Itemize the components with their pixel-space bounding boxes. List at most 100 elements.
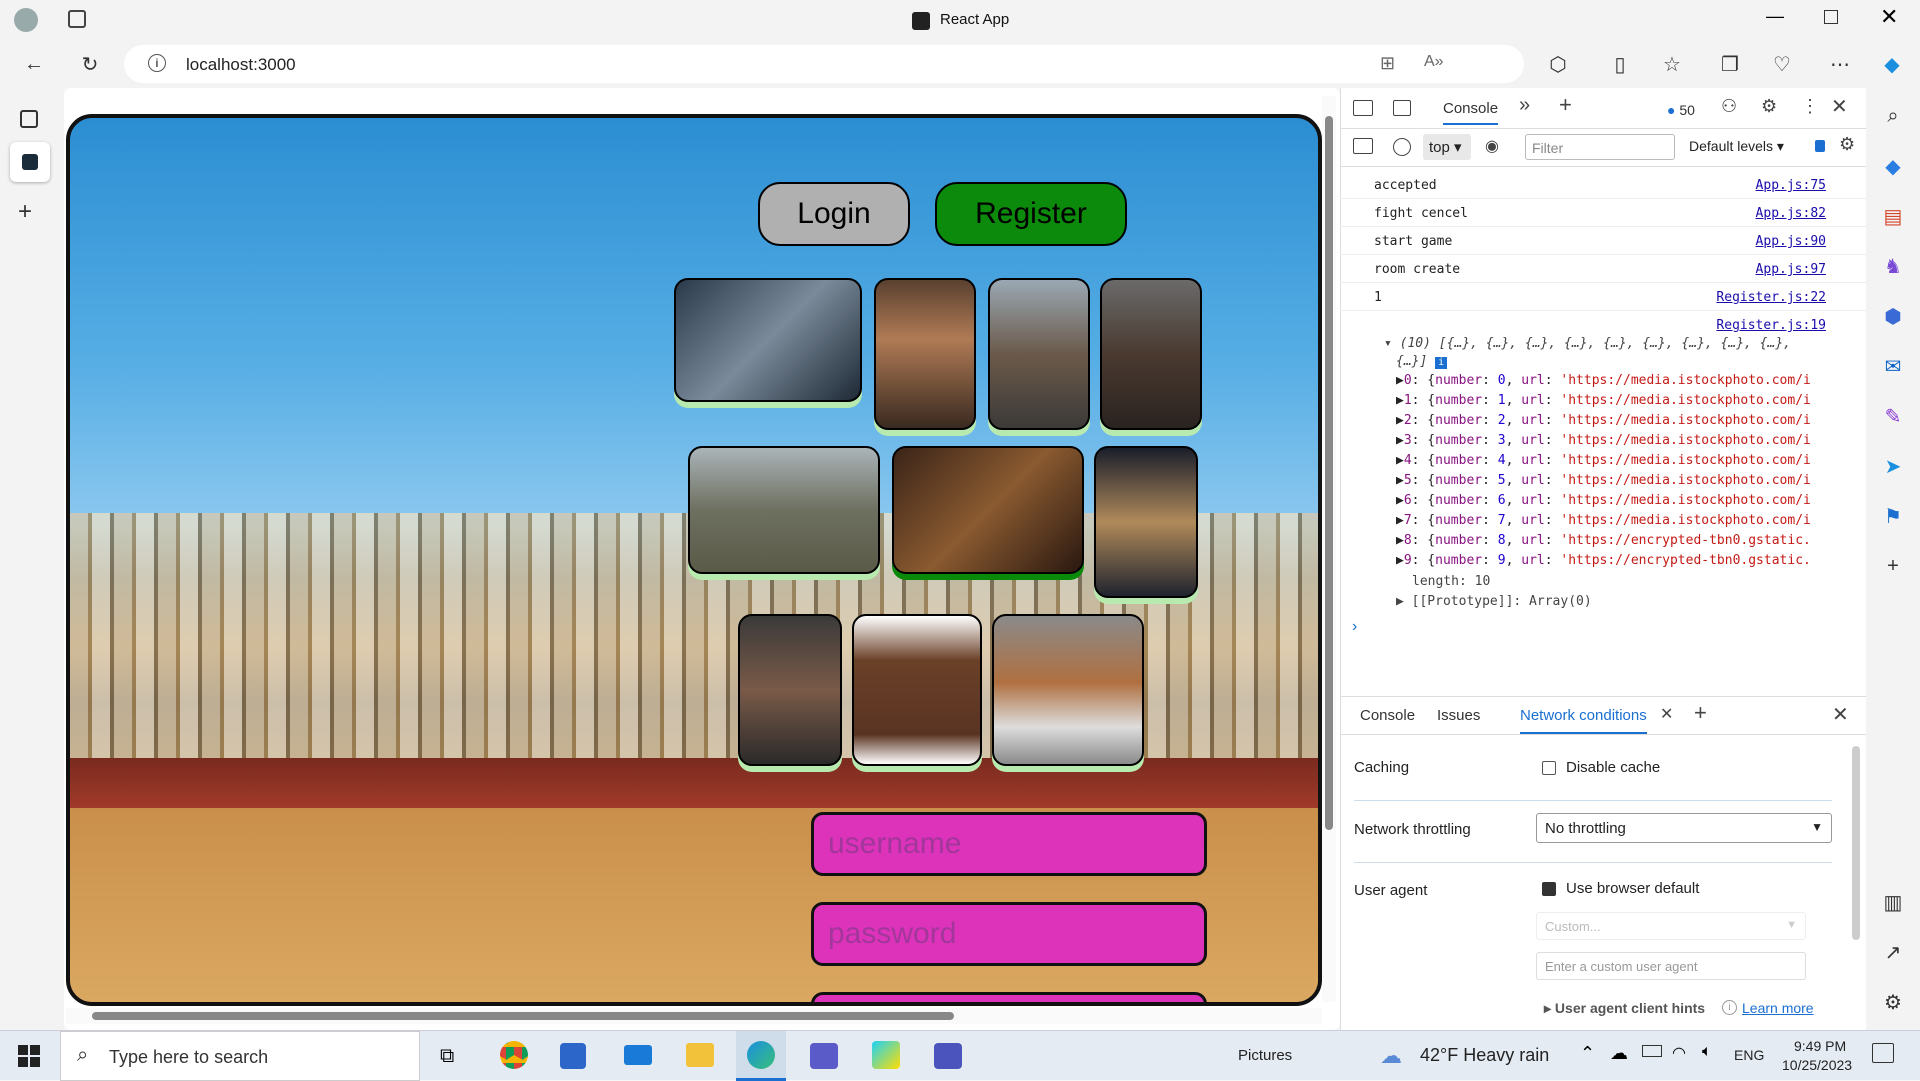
- array-item-row[interactable]: ▶0: {number: 0, url: 'https://media.isto…: [1396, 373, 1836, 388]
- weather-text[interactable]: 42°F Heavy rain: [1420, 1045, 1549, 1066]
- info-icon[interactable]: i: [1435, 357, 1448, 369]
- health-icon[interactable]: ♡: [1766, 48, 1798, 80]
- workspaces-icon[interactable]: [68, 10, 86, 28]
- drawer-tab-console[interactable]: Console: [1360, 707, 1415, 724]
- console-settings-icon[interactable]: ⚙: [1839, 134, 1855, 155]
- edge-icon[interactable]: [736, 1031, 786, 1081]
- disable-cache-checkbox[interactable]: [1542, 761, 1556, 775]
- array-item-row[interactable]: ▶3: {number: 3, url: 'https://media.isto…: [1396, 433, 1836, 448]
- file-explorer-icon[interactable]: [686, 1043, 714, 1067]
- webstorm-icon[interactable]: [872, 1041, 900, 1069]
- sidebar-layout-icon[interactable]: ▥: [1877, 886, 1909, 918]
- windows-start-icon[interactable]: [18, 1045, 40, 1067]
- message-count-badge[interactable]: ● 50: [1667, 102, 1695, 118]
- log-source-link[interactable]: App.js:82: [1756, 206, 1826, 221]
- read-aloud-icon[interactable]: A»: [1424, 53, 1444, 71]
- character-card[interactable]: [738, 614, 842, 766]
- client-hints-toggle[interactable]: ▸ User agent client hints: [1544, 1000, 1705, 1017]
- drawer-tab-issues[interactable]: Issues: [1437, 707, 1480, 724]
- tab-react-app[interactable]: [10, 142, 50, 182]
- log-source-link[interactable]: App.js:97: [1756, 262, 1826, 277]
- live-expression-icon[interactable]: ◉: [1485, 136, 1499, 156]
- add-tab-icon[interactable]: +: [1559, 92, 1572, 118]
- horizontal-scroll-thumb[interactable]: [92, 1012, 954, 1020]
- context-select[interactable]: top ▾: [1423, 134, 1471, 160]
- extensions-icon[interactable]: ⬡: [1542, 48, 1574, 80]
- chevron-up-icon[interactable]: ⌃: [1580, 1043, 1595, 1064]
- drawer-tab-network-conditions[interactable]: Network conditions: [1520, 707, 1647, 734]
- search-icon[interactable]: ⌕: [1877, 100, 1909, 132]
- pictures-label[interactable]: Pictures: [1238, 1047, 1292, 1064]
- connections-icon[interactable]: ⚇: [1721, 96, 1737, 117]
- close-window-button[interactable]: ✕: [1880, 4, 1898, 30]
- array-item-row[interactable]: ▶4: {number: 4, url: 'https://media.isto…: [1396, 453, 1836, 468]
- login-button[interactable]: Login: [758, 182, 910, 246]
- character-card[interactable]: [674, 278, 862, 402]
- sidebar-toggle-icon[interactable]: [1353, 138, 1373, 154]
- teams-new-icon[interactable]: [810, 1043, 838, 1069]
- address-bar[interactable]: i localhost:3000 ⊞ A»: [124, 45, 1524, 83]
- onedrive-icon[interactable]: ☁: [1610, 1043, 1628, 1064]
- array-item-row[interactable]: ▶8: {number: 8, url: 'https://encrypted-…: [1396, 533, 1836, 548]
- issues-badge-icon[interactable]: [1815, 140, 1825, 152]
- favorites-icon[interactable]: ☆: [1656, 48, 1688, 80]
- maximize-button[interactable]: [1824, 10, 1838, 24]
- password-input[interactable]: password: [811, 902, 1207, 966]
- apps-icon[interactable]: ⊞: [1380, 53, 1395, 74]
- extra-input[interactable]: [811, 992, 1207, 1002]
- copilot-icon[interactable]: ◆: [1876, 48, 1908, 80]
- log-source-link[interactable]: App.js:90: [1756, 234, 1826, 249]
- designer-icon[interactable]: ✎: [1877, 400, 1909, 432]
- add-sidebar-app-icon[interactable]: +: [1877, 550, 1909, 582]
- vertical-scrollbar[interactable]: [1322, 96, 1336, 1002]
- sidebar-settings-icon[interactable]: ⚙: [1877, 986, 1909, 1018]
- array-item-row[interactable]: ▶7: {number: 7, url: 'https://media.isto…: [1396, 513, 1836, 528]
- outlook-icon[interactable]: ✉: [1877, 350, 1909, 382]
- drawer-scrollbar[interactable]: [1852, 746, 1860, 940]
- tools-icon[interactable]: ▤: [1877, 200, 1909, 232]
- more-icon[interactable]: ⋯: [1824, 48, 1856, 80]
- array-item-row[interactable]: ▶5: {number: 5, url: 'https://media.isto…: [1396, 473, 1836, 488]
- split-screen-icon[interactable]: ▯: [1604, 48, 1636, 80]
- volume-icon[interactable]: 🔈︎: [1702, 1043, 1712, 1061]
- clear-console-icon[interactable]: [1393, 138, 1411, 156]
- chrome-icon[interactable]: [500, 1041, 528, 1069]
- collections-icon[interactable]: ❐: [1714, 48, 1746, 80]
- notifications-icon[interactable]: [1872, 1043, 1894, 1063]
- tab-actions-icon[interactable]: [20, 110, 38, 128]
- clock-time[interactable]: 9:49 PM: [1794, 1038, 1846, 1054]
- language-indicator[interactable]: ENG: [1734, 1047, 1764, 1063]
- close-devtools-icon[interactable]: ✕: [1831, 94, 1848, 119]
- flag-icon[interactable]: ⚑: [1877, 500, 1909, 532]
- back-icon[interactable]: ←: [18, 48, 50, 80]
- microsoft-365-icon[interactable]: ⬢: [1877, 300, 1909, 332]
- profile-avatar[interactable]: [14, 8, 38, 32]
- character-card[interactable]: [874, 278, 976, 430]
- device-toolbar-icon[interactable]: [1393, 100, 1411, 116]
- refresh-icon[interactable]: ↻: [74, 48, 106, 80]
- use-browser-default-checkbox[interactable]: [1542, 882, 1556, 896]
- task-view-icon[interactable]: ⧉: [440, 1045, 454, 1068]
- wifi-icon[interactable]: ◠: [1672, 1043, 1686, 1063]
- tab-console[interactable]: Console: [1443, 100, 1499, 125]
- mail-icon[interactable]: [624, 1045, 652, 1065]
- log-source-link[interactable]: Register.js:19: [1716, 318, 1826, 333]
- character-card[interactable]: [852, 614, 982, 766]
- kebab-menu-icon[interactable]: ⋮: [1801, 96, 1819, 117]
- drop-icon[interactable]: ➤: [1877, 450, 1909, 482]
- character-card-selected[interactable]: [892, 446, 1084, 574]
- custom-ua-select[interactable]: Custom... ▼: [1536, 912, 1806, 940]
- teams-icon[interactable]: [934, 1043, 962, 1069]
- username-input[interactable]: username: [811, 812, 1207, 876]
- array-header[interactable]: ▾ (10) [{…}, {…}, {…}, {…}, {…}, {…}, {……: [1384, 336, 1791, 351]
- register-button[interactable]: Register: [935, 182, 1127, 246]
- console-prompt-icon[interactable]: ›: [1352, 618, 1357, 636]
- array-item-row[interactable]: ▶1: {number: 1, url: 'https://media.isto…: [1396, 393, 1836, 408]
- settings-icon[interactable]: ⚙: [1761, 96, 1777, 117]
- array-prototype[interactable]: ▶ [[Prototype]]: Array(0): [1396, 594, 1592, 609]
- log-source-link[interactable]: App.js:75: [1756, 178, 1826, 193]
- store-icon[interactable]: [560, 1043, 586, 1069]
- array-item-row[interactable]: ▶6: {number: 6, url: 'https://media.isto…: [1396, 493, 1836, 508]
- taskbar-search[interactable]: ⌕ Type here to search: [60, 1031, 420, 1081]
- character-card[interactable]: [1094, 446, 1198, 598]
